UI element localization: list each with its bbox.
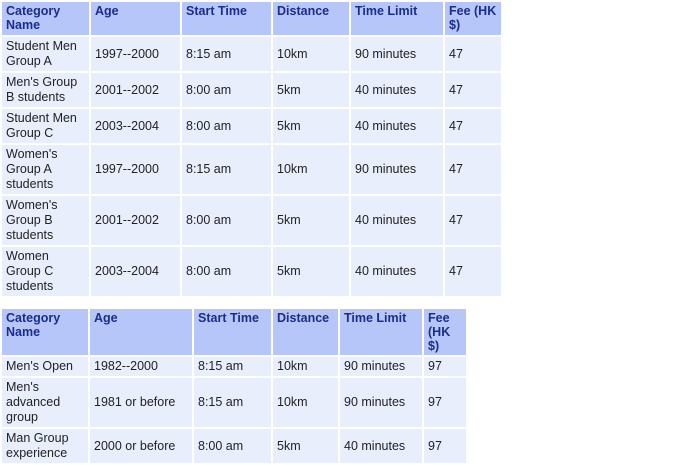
cell-category: Man Group experience <box>2 429 88 463</box>
table-header-row: Category Name Age Start Time Distance Ti… <box>2 2 501 35</box>
cell-fee: 47 <box>445 109 501 143</box>
cell-start-time: 8:15 am <box>194 357 271 376</box>
cell-fee: 47 <box>445 196 501 245</box>
table-row: Man Group experience 2000 or before 8:00… <box>2 429 466 463</box>
cell-time-limit: 40 minutes <box>351 196 443 245</box>
cell-distance: 10km <box>273 378 338 427</box>
cell-category: Women Group C students <box>2 247 89 296</box>
cell-fee: 97 <box>424 429 466 463</box>
table-row: Men's advanced group 1981 or before 8:15… <box>2 378 466 427</box>
header-category-name: Category Name <box>2 2 89 35</box>
cell-category: Student Men Group C <box>2 109 89 143</box>
cell-start-time: 8:00 am <box>182 247 271 296</box>
cell-age: 1997--2000 <box>91 37 180 71</box>
table-header-row: Category Name Age Start Time Distance Ti… <box>2 309 466 355</box>
table-row: Women's Group B students 2001--2002 8:00… <box>2 196 501 245</box>
cell-category: Men's advanced group <box>2 378 88 427</box>
cell-fee: 47 <box>445 73 501 107</box>
header-category-name: Category Name <box>2 309 88 355</box>
cell-start-time: 8:00 am <box>182 73 271 107</box>
table-row: Men's Group B students 2001--2002 8:00 a… <box>2 73 501 107</box>
junior-categories-table: Category Name Age Start Time Distance Ti… <box>0 0 503 298</box>
cell-time-limit: 90 minutes <box>340 357 422 376</box>
header-start-time: Start Time <box>194 309 271 355</box>
header-fee: Fee (HK $) <box>445 2 501 35</box>
header-age: Age <box>91 2 180 35</box>
cell-fee: 97 <box>424 357 466 376</box>
cell-age: 2001--2002 <box>91 73 180 107</box>
cell-distance: 10km <box>273 357 338 376</box>
cell-age: 1982--2000 <box>90 357 192 376</box>
table-row: Women's Group A students 1997--2000 8:15… <box>2 145 501 194</box>
header-age: Age <box>90 309 192 355</box>
cell-distance: 10km <box>273 145 349 194</box>
cell-age: 1997--2000 <box>91 145 180 194</box>
cell-time-limit: 40 minutes <box>340 429 422 463</box>
cell-age: 2003--2004 <box>91 247 180 296</box>
header-distance: Distance <box>273 2 349 35</box>
cell-category: Women's Group A students <box>2 145 89 194</box>
header-time-limit: Time Limit <box>340 309 422 355</box>
cell-category: Women's Group B students <box>2 196 89 245</box>
cell-fee: 47 <box>445 37 501 71</box>
cell-start-time: 8:00 am <box>194 429 271 463</box>
table-row: Student Men Group C 2003--2004 8:00 am 5… <box>2 109 501 143</box>
cell-start-time: 8:15 am <box>182 37 271 71</box>
cell-age: 2000 or before <box>90 429 192 463</box>
cell-fee: 97 <box>424 378 466 427</box>
cell-time-limit: 90 minutes <box>351 145 443 194</box>
cell-age: 1981 or before <box>90 378 192 427</box>
cell-age: 2001--2002 <box>91 196 180 245</box>
cell-distance: 5km <box>273 109 349 143</box>
table-row: Women Group C students 2003--2004 8:00 a… <box>2 247 501 296</box>
cell-distance: 5km <box>273 429 338 463</box>
cell-time-limit: 40 minutes <box>351 73 443 107</box>
cell-fee: 47 <box>445 247 501 296</box>
cell-distance: 10km <box>273 37 349 71</box>
cell-time-limit: 40 minutes <box>351 247 443 296</box>
cell-start-time: 8:15 am <box>182 145 271 194</box>
header-time-limit: Time Limit <box>351 2 443 35</box>
cell-distance: 5km <box>273 196 349 245</box>
cell-time-limit: 90 minutes <box>340 378 422 427</box>
cell-category: Men's Group B students <box>2 73 89 107</box>
cell-start-time: 8:15 am <box>194 378 271 427</box>
cell-time-limit: 40 minutes <box>351 109 443 143</box>
cell-start-time: 8:00 am <box>182 109 271 143</box>
cell-fee: 47 <box>445 145 501 194</box>
cell-category: Men's Open <box>2 357 88 376</box>
table-row: Student Men Group A 1997--2000 8:15 am 1… <box>2 37 501 71</box>
cell-distance: 5km <box>273 73 349 107</box>
cell-distance: 5km <box>273 247 349 296</box>
cell-age: 2003--2004 <box>91 109 180 143</box>
open-categories-table: Category Name Age Start Time Distance Ti… <box>0 307 468 465</box>
cell-category: Student Men Group A <box>2 37 89 71</box>
header-fee: Fee (HK $) <box>424 309 466 355</box>
header-distance: Distance <box>273 309 338 355</box>
table-row: Men's Open 1982--2000 8:15 am 10km 90 mi… <box>2 357 466 376</box>
cell-time-limit: 90 minutes <box>351 37 443 71</box>
header-start-time: Start Time <box>182 2 271 35</box>
cell-start-time: 8:00 am <box>182 196 271 245</box>
